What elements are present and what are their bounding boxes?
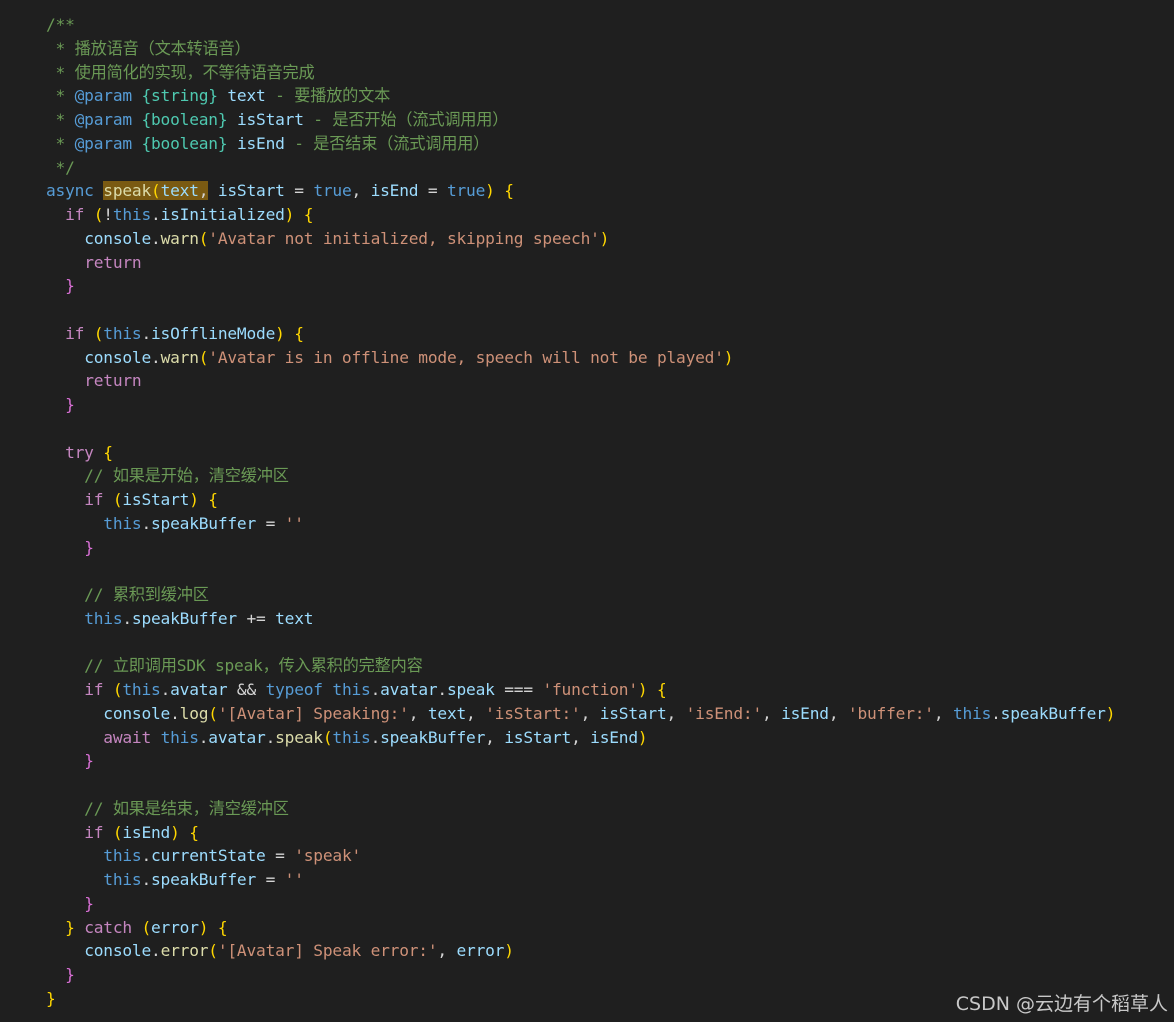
code-line[interactable]: } xyxy=(46,393,1115,417)
code-line[interactable]: } xyxy=(46,963,1115,987)
code-line[interactable] xyxy=(46,417,1115,441)
code-line[interactable]: } xyxy=(46,274,1115,298)
watermark: CSDN @云边有个稻草人 xyxy=(955,993,1168,1015)
editor-gutter xyxy=(0,0,26,1022)
code-line[interactable]: async speak(text, isStart = true, isEnd … xyxy=(46,179,1115,203)
code-line[interactable]: console.warn('Avatar not initialized, sk… xyxy=(46,227,1115,251)
code-area[interactable]: /** * 播放语音（文本转语音） * 使用简化的实现，不等待语音完成 * @p… xyxy=(46,13,1115,1011)
code-line[interactable]: */ xyxy=(46,156,1115,180)
code-line[interactable]: // 累积到缓冲区 xyxy=(46,583,1115,607)
code-line[interactable]: /** xyxy=(46,13,1115,37)
code-line[interactable]: } xyxy=(46,749,1115,773)
code-line[interactable]: console.warn('Avatar is in offline mode,… xyxy=(46,346,1115,370)
code-line[interactable]: console.error('[Avatar] Speak error:', e… xyxy=(46,939,1115,963)
code-line[interactable]: try { xyxy=(46,441,1115,465)
code-line[interactable]: return xyxy=(46,251,1115,275)
code-line[interactable]: this.speakBuffer += text xyxy=(46,607,1115,631)
code-line[interactable] xyxy=(46,298,1115,322)
code-line[interactable]: } xyxy=(46,536,1115,560)
code-line[interactable]: this.speakBuffer = '' xyxy=(46,868,1115,892)
code-line[interactable]: // 立即调用SDK speak，传入累积的完整内容 xyxy=(46,654,1115,678)
code-line[interactable]: this.speakBuffer = '' xyxy=(46,512,1115,536)
code-line[interactable]: } catch (error) { xyxy=(46,916,1115,940)
code-line[interactable]: return xyxy=(46,369,1115,393)
code-editor[interactable]: /** * 播放语音（文本转语音） * 使用简化的实现，不等待语音完成 * @p… xyxy=(0,0,1174,1022)
code-line[interactable]: if (this.avatar && typeof this.avatar.sp… xyxy=(46,678,1115,702)
code-line[interactable]: // 如果是结束，清空缓冲区 xyxy=(46,797,1115,821)
code-line[interactable]: * @param {boolean} isStart - 是否开始（流式调用用） xyxy=(46,108,1115,132)
code-line[interactable] xyxy=(46,559,1115,583)
code-line[interactable]: await this.avatar.speak(this.speakBuffer… xyxy=(46,726,1115,750)
code-line[interactable]: * @param {string} text - 要播放的文本 xyxy=(46,84,1115,108)
code-line[interactable]: } xyxy=(46,892,1115,916)
code-line[interactable]: * @param {boolean} isEnd - 是否结束（流式调用用） xyxy=(46,132,1115,156)
code-line[interactable]: if (isStart) { xyxy=(46,488,1115,512)
code-line[interactable] xyxy=(46,773,1115,797)
code-line[interactable]: // 如果是开始，清空缓冲区 xyxy=(46,464,1115,488)
code-line[interactable] xyxy=(46,631,1115,655)
code-line[interactable]: console.log('[Avatar] Speaking:', text, … xyxy=(46,702,1115,726)
code-line[interactable]: if (!this.isInitialized) { xyxy=(46,203,1115,227)
code-line[interactable]: this.currentState = 'speak' xyxy=(46,844,1115,868)
code-line[interactable]: if (isEnd) { xyxy=(46,821,1115,845)
code-line[interactable]: * 使用简化的实现，不等待语音完成 xyxy=(46,61,1115,85)
code-line[interactable]: if (this.isOfflineMode) { xyxy=(46,322,1115,346)
code-line[interactable]: * 播放语音（文本转语音） xyxy=(46,37,1115,61)
